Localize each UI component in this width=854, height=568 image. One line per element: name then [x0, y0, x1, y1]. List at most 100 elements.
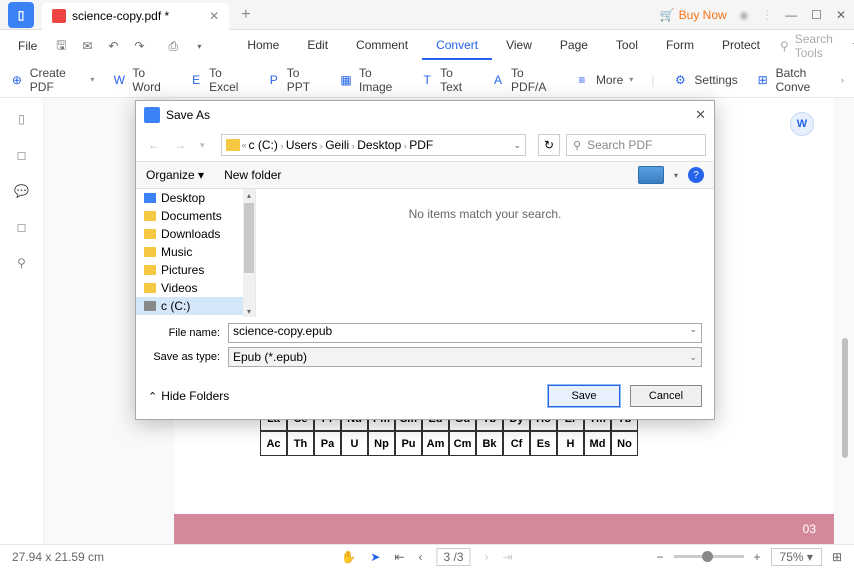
new-folder-button[interactable]: New folder	[224, 168, 281, 182]
help-icon[interactable]: ?	[688, 167, 704, 183]
dialog-close-icon[interactable]: ✕	[695, 107, 706, 123]
zoom-in-icon[interactable]: +	[754, 550, 761, 564]
breadcrumb-segment[interactable]: Geili	[325, 138, 349, 152]
breadcrumb-segment[interactable]: Users	[286, 138, 317, 152]
create-pdf-button[interactable]: ⊕Create PDF▾	[10, 66, 94, 94]
search-tools[interactable]: ⚲ Search Tools	[780, 32, 833, 60]
zoom-out-icon[interactable]: −	[657, 550, 664, 564]
fit-page-icon[interactable]: ⊞	[832, 550, 842, 564]
dialog-title: Save As	[166, 108, 210, 122]
to-pdfa-button[interactable]: ATo PDF/A	[491, 66, 556, 94]
pdfa-icon: A	[491, 72, 505, 88]
document-tab[interactable]: science-copy.pdf * ✕	[42, 3, 229, 30]
folder-search-input[interactable]: ⚲ Search PDF	[566, 134, 706, 156]
file-menu[interactable]: File	[8, 35, 47, 57]
attachments-icon[interactable]: ◻	[17, 220, 27, 234]
scroll-down-icon[interactable]: ▾	[243, 305, 255, 317]
organize-menu[interactable]: Organize ▾	[146, 168, 204, 182]
folder-icon	[144, 283, 156, 293]
scrollbar-thumb[interactable]	[842, 338, 848, 458]
buy-now-link[interactable]: 🛒 Buy Now	[660, 8, 727, 22]
desktop-icon	[144, 193, 156, 203]
bookmarks-icon[interactable]: ◻	[17, 148, 27, 162]
save-icon[interactable]: 🖫	[53, 38, 69, 54]
prev-page-icon[interactable]: ‹	[418, 550, 422, 564]
breadcrumb-segment[interactable]: c (C:)	[249, 138, 278, 152]
to-ppt-button[interactable]: PTo PPT	[267, 66, 321, 94]
word-float-badge[interactable]: W	[790, 112, 814, 136]
to-text-button[interactable]: TTo Text	[420, 66, 473, 94]
tree-item[interactable]: Pictures	[136, 261, 255, 279]
hide-folders-toggle[interactable]: ⌃ Hide Folders	[148, 389, 229, 403]
tree-item[interactable]: Desktop	[136, 189, 255, 207]
page-current[interactable]: 3	[443, 550, 450, 564]
minimize-button[interactable]: —	[785, 8, 797, 22]
folder-icon	[144, 211, 156, 221]
cancel-button[interactable]: Cancel	[630, 385, 702, 407]
nav-protect[interactable]: Protect	[708, 32, 774, 60]
nav-tool[interactable]: Tool	[602, 32, 652, 60]
to-excel-button[interactable]: ETo Excel	[189, 66, 249, 94]
select-tool-icon[interactable]: ➤	[370, 550, 380, 564]
settings-button[interactable]: ⚙Settings	[672, 72, 737, 88]
hand-tool-icon[interactable]: ✋	[341, 550, 356, 564]
undo-icon[interactable]: ↶	[105, 38, 121, 54]
nav-page[interactable]: Page	[546, 32, 602, 60]
mail-icon[interactable]: ✉	[79, 38, 95, 54]
zoom-level[interactable]: 75% ▾	[771, 548, 822, 566]
element-cell: No	[611, 431, 638, 456]
save-type-select[interactable]: Epub (*.epub)⌄	[228, 347, 702, 367]
breadcrumb-dropdown-icon[interactable]: ⌄	[513, 140, 521, 151]
tree-scroll-thumb[interactable]	[244, 203, 254, 273]
excel-icon: E	[189, 72, 203, 88]
file-name-input[interactable]: science-copy.epub⌄	[228, 323, 702, 343]
tree-item[interactable]: c (C:)	[136, 297, 255, 315]
save-button[interactable]: Save	[548, 385, 620, 407]
dialog-toolbar: Organize ▾ New folder ▾ ?	[136, 161, 714, 189]
breadcrumb[interactable]: « c (C:) › Users › Geili › Desktop › PDF…	[221, 134, 526, 156]
text-icon: T	[420, 72, 434, 88]
nav-convert[interactable]: Convert	[422, 32, 492, 60]
print-dropdown-icon[interactable]: ▾	[191, 38, 207, 54]
refresh-button[interactable]: ↻	[538, 134, 560, 156]
save-as-dialog: Save As ✕ ← → ▾ « c (C:) › Users › Geili…	[135, 100, 715, 420]
thumbnails-icon[interactable]: ▯	[18, 112, 25, 126]
new-tab-button[interactable]: +	[241, 6, 250, 24]
tree-item[interactable]: Documents	[136, 207, 255, 225]
to-word-button[interactable]: WTo Word	[112, 66, 171, 94]
last-page-icon[interactable]: ⇥	[503, 550, 513, 564]
nav-comment[interactable]: Comment	[342, 32, 422, 60]
zoom-slider[interactable]	[674, 555, 744, 558]
batch-convert-button[interactable]: ⊞Batch Conve›	[756, 66, 844, 94]
vertical-scrollbar[interactable]	[840, 98, 848, 544]
view-mode-button[interactable]	[638, 166, 664, 184]
nav-back-icon[interactable]: ←	[144, 138, 164, 152]
search-panel-icon[interactable]: ⚲	[17, 256, 26, 270]
redo-icon[interactable]: ↷	[131, 38, 147, 54]
nav-view[interactable]: View	[492, 32, 546, 60]
maximize-button[interactable]: ☐	[811, 8, 822, 22]
print-icon[interactable]: ⎙	[165, 38, 181, 54]
to-image-button[interactable]: ▦To Image	[339, 66, 402, 94]
nav-edit[interactable]: Edit	[293, 32, 342, 60]
comments-icon[interactable]: 💬	[14, 184, 29, 198]
nav-up-icon[interactable]: ▾	[196, 140, 209, 151]
next-page-icon[interactable]: ›	[485, 550, 489, 564]
tree-item[interactable]: Videos	[136, 279, 255, 297]
zoom-handle[interactable]	[702, 551, 713, 562]
breadcrumb-segment[interactable]: PDF	[409, 138, 433, 152]
nav-home[interactable]: Home	[233, 32, 293, 60]
tree-scrollbar[interactable]: ▴ ▾	[243, 189, 255, 317]
user-icon[interactable]: ◉	[739, 8, 749, 22]
tree-item[interactable]: Downloads	[136, 225, 255, 243]
tab-close-icon[interactable]: ✕	[209, 9, 219, 23]
nav-form[interactable]: Form	[652, 32, 708, 60]
breadcrumb-segment[interactable]: Desktop	[357, 138, 401, 152]
folder-tree[interactable]: DesktopDocumentsDownloadsMusicPicturesVi…	[136, 189, 256, 317]
close-button[interactable]: ✕	[836, 8, 846, 22]
tree-item[interactable]: Music	[136, 243, 255, 261]
nav-forward-icon[interactable]: →	[170, 138, 190, 152]
first-page-icon[interactable]: ⇤	[394, 550, 404, 564]
more-button[interactable]: ≡More▾	[574, 72, 633, 88]
scroll-up-icon[interactable]: ▴	[243, 189, 255, 201]
